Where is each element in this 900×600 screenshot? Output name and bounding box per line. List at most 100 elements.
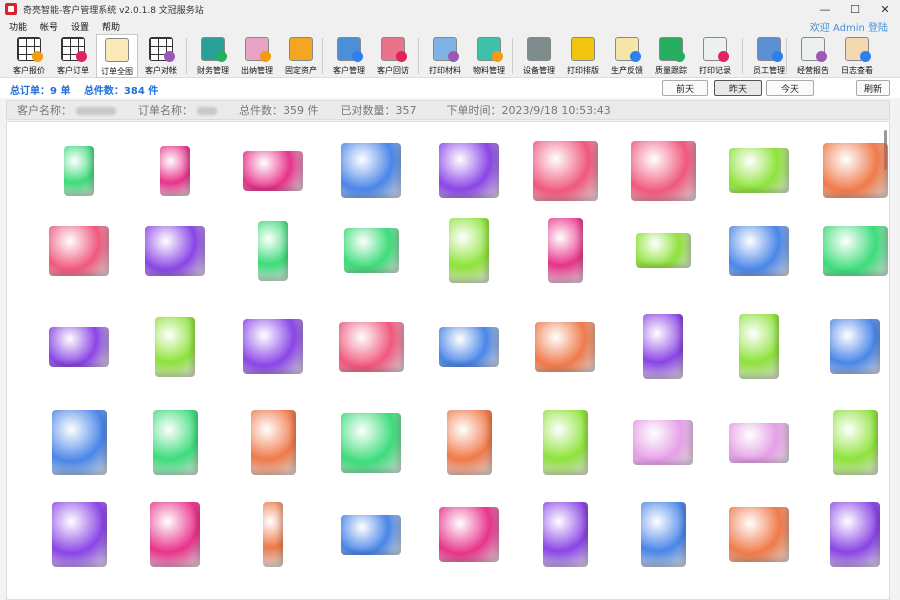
part-thumbnail[interactable] [341, 412, 401, 473]
toolbar-button-6-1[interactable]: 日志查看 [836, 34, 878, 78]
maximize-icon[interactable]: ☐ [840, 0, 870, 18]
menu-function[interactable]: 功能 [9, 20, 27, 33]
staff-icon [757, 37, 783, 62]
toolbar-button-1-0[interactable]: 财务管理 [192, 34, 234, 78]
part-thumbnail[interactable] [341, 143, 401, 198]
part-thumbnail[interactable] [822, 143, 888, 198]
part-thumbnail[interactable] [341, 514, 401, 555]
part-thumbnail[interactable] [439, 143, 499, 198]
toolbar-button-6-0[interactable]: 经营报告 [792, 34, 834, 78]
toolbar-button-4-3[interactable]: 质量跟踪 [650, 34, 692, 78]
toolbar-button-3-0[interactable]: 打印材料 [424, 34, 466, 78]
minimize-icon[interactable]: — [810, 0, 840, 18]
toolbar-label: 生产反馈 [611, 66, 643, 75]
part-thumbnail[interactable] [150, 502, 200, 567]
toolbar-button-3-1[interactable]: 物料管理 [468, 34, 510, 78]
yesterday-button[interactable]: 昨天 [714, 80, 762, 96]
part-thumbnail[interactable] [542, 502, 588, 567]
record-icon [703, 37, 729, 62]
toolbar-button-4-1[interactable]: 打印排版 [562, 34, 604, 78]
toolbar-button-1-1[interactable]: 出纳管理 [236, 34, 278, 78]
refresh-button[interactable]: 刷新 [856, 80, 890, 96]
today-button[interactable]: 今天 [766, 80, 814, 96]
part-thumbnail[interactable] [633, 420, 693, 465]
report-icon [801, 37, 827, 62]
part-thumbnail[interactable] [532, 140, 598, 201]
part-shape [152, 410, 198, 475]
part-shape [150, 502, 200, 567]
part-thumbnail[interactable] [49, 326, 109, 367]
prev-day-button[interactable]: 前天 [662, 80, 708, 96]
toolbar-label: 固定资产 [285, 66, 317, 75]
part-shape [532, 140, 598, 201]
part-shape [439, 507, 499, 562]
toolbar-button-0-1[interactable]: 客户订单 [52, 34, 94, 78]
menu-help[interactable]: 帮助 [102, 20, 120, 33]
flask-icon [433, 37, 459, 62]
toolbar-button-0-0[interactable]: 客户报价 [8, 34, 50, 78]
part-shape [155, 316, 195, 377]
part-thumbnail[interactable] [635, 233, 691, 268]
part-thumbnail[interactable] [729, 148, 789, 193]
menu-settings[interactable]: 设置 [71, 20, 89, 33]
app-logo-icon [5, 3, 17, 15]
part-thumbnail[interactable] [729, 507, 789, 562]
part-shape [535, 321, 595, 372]
part-thumbnail[interactable] [263, 502, 283, 567]
part-thumbnail[interactable] [832, 410, 878, 475]
menu-account[interactable]: 帐号 [40, 20, 58, 33]
toolbar-button-2-0[interactable]: 客户管理 [328, 34, 370, 78]
toolbar-button-4-4[interactable]: 打印记录 [694, 34, 736, 78]
part-thumbnail[interactable] [830, 502, 880, 567]
part-shape [830, 502, 880, 567]
toolbar-button-5-0[interactable]: 员工管理 [748, 34, 790, 78]
part-thumbnail[interactable] [643, 314, 683, 379]
part-shape [547, 218, 583, 283]
toolbar-button-2-1[interactable]: 客户回访 [372, 34, 414, 78]
part-thumbnail[interactable] [343, 228, 399, 273]
part-thumbnail[interactable] [729, 422, 789, 463]
part-shape [542, 502, 588, 567]
part-shape [263, 502, 283, 567]
part-thumbnail[interactable] [446, 410, 492, 475]
part-thumbnail[interactable] [258, 220, 288, 281]
toolbar-button-4-2[interactable]: 生产反馈 [606, 34, 648, 78]
part-thumbnail[interactable] [439, 326, 499, 367]
part-thumbnail[interactable] [243, 150, 303, 191]
part-thumbnail[interactable] [640, 502, 686, 567]
customer-name-redacted [76, 107, 116, 115]
part-thumbnail[interactable] [49, 225, 109, 276]
part-thumbnail[interactable] [51, 502, 107, 567]
toolbar-button-0-2[interactable]: 订单全图 [96, 34, 138, 78]
part-thumbnail[interactable] [630, 140, 696, 201]
part-thumbnail[interactable] [439, 507, 499, 562]
part-thumbnail[interactable] [338, 321, 404, 372]
toolbar-button-1-2[interactable]: 固定资产 [280, 34, 322, 78]
part-thumbnail[interactable] [152, 410, 198, 475]
part-thumbnail[interactable] [830, 319, 880, 374]
part-thumbnail[interactable] [542, 410, 588, 475]
part-thumbnail[interactable] [729, 225, 789, 276]
part-thumbnail[interactable] [51, 410, 107, 475]
part-thumbnail[interactable] [449, 218, 489, 283]
toolbar-label: 客户回访 [377, 66, 409, 75]
part-thumbnail[interactable] [160, 145, 190, 196]
part-thumbnail[interactable] [243, 319, 303, 374]
people-icon [337, 37, 363, 62]
toolbar-button-4-0[interactable]: 设备管理 [518, 34, 560, 78]
part-thumbnail[interactable] [822, 225, 888, 276]
part-thumbnail[interactable] [64, 145, 94, 196]
checked-count: 已对数量：357 [340, 104, 417, 117]
part-shape [739, 314, 779, 379]
part-thumbnail[interactable] [739, 314, 779, 379]
part-thumbnail[interactable] [250, 410, 296, 475]
toolbar-button-0-3[interactable]: 客户对帐 [140, 34, 182, 78]
part-thumbnail[interactable] [547, 218, 583, 283]
close-icon[interactable]: ✕ [870, 0, 900, 18]
part-thumbnail[interactable] [155, 316, 195, 377]
part-thumbnail[interactable] [535, 321, 595, 372]
menu-bar: 功能 帐号 设置 帮助 欢迎 Admin 登陆 [0, 18, 900, 34]
customer-name: 客户名称： [17, 102, 116, 118]
grid-icon [61, 37, 87, 62]
part-thumbnail[interactable] [145, 225, 205, 276]
